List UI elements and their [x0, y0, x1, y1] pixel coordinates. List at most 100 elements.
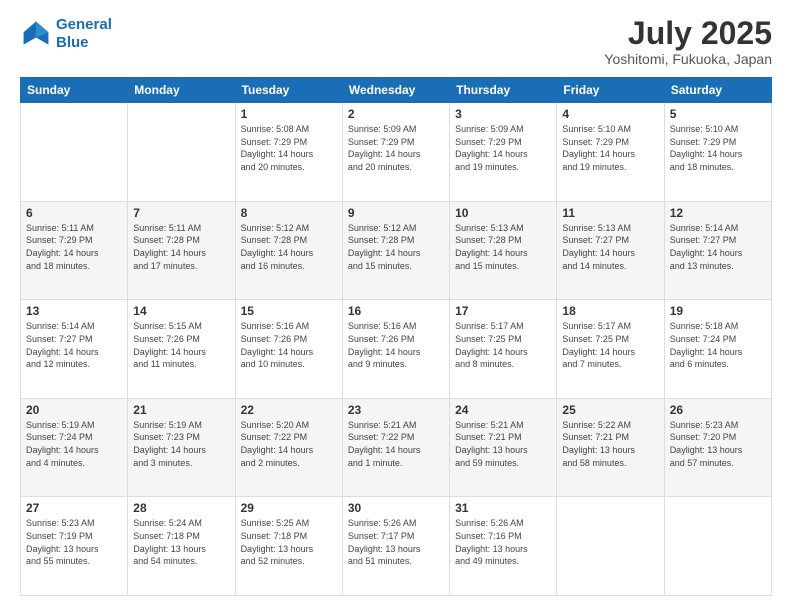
day-info: Sunrise: 5:26 AM Sunset: 7:16 PM Dayligh…	[455, 517, 551, 567]
day-number: 23	[348, 403, 444, 417]
day-info: Sunrise: 5:13 AM Sunset: 7:28 PM Dayligh…	[455, 222, 551, 272]
logo-icon	[20, 18, 52, 50]
day-number: 19	[670, 304, 766, 318]
day-number: 9	[348, 206, 444, 220]
table-row: 3Sunrise: 5:09 AM Sunset: 7:29 PM Daylig…	[450, 103, 557, 202]
table-row: 11 Sunrise: 5:13 AM Sunset: 7:27 PM Dayli…	[557, 201, 664, 300]
day-number: 10	[455, 206, 551, 220]
day-number: 24	[455, 403, 551, 417]
day-info: Sunrise: 5:11 AM Sunset: 7:29 PM Dayligh…	[26, 222, 122, 272]
day-number: 16	[348, 304, 444, 318]
logo-line2: Blue	[56, 34, 89, 51]
table-row	[557, 497, 664, 596]
table-row: 18Sunrise: 5:17 AM Sunset: 7:25 PM Dayli…	[557, 300, 664, 399]
day-info: Sunrise: 5:16 AM Sunset: 7:26 PM Dayligh…	[241, 320, 337, 370]
day-info: Sunrise: 5:09 AM Sunset: 7:29 PM Dayligh…	[348, 123, 444, 173]
day-info: Sunrise: 5:13 AM Sunset: 7:27 PM Dayligh…	[562, 222, 658, 272]
table-row: 13Sunrise: 5:14 AM Sunset: 7:27 PM Dayli…	[21, 300, 128, 399]
table-row: 22Sunrise: 5:20 AM Sunset: 7:22 PM Dayli…	[235, 398, 342, 497]
header-friday: Friday	[557, 78, 664, 103]
table-row: 17 Sunrise: 5:17 AM Sunset: 7:25 PM Dayli…	[450, 300, 557, 399]
logo-text: General Blue	[56, 16, 112, 52]
day-number: 29	[241, 501, 337, 515]
day-info: Sunrise: 5:26 AM Sunset: 7:17 PM Dayligh…	[348, 517, 444, 567]
table-row: 15 Sunrise: 5:16 AM Sunset: 7:26 PM Dayli…	[235, 300, 342, 399]
header-monday: Monday	[128, 78, 235, 103]
day-number: 17	[455, 304, 551, 318]
day-info: Sunrise: 5:10 AM Sunset: 7:29 PM Dayligh…	[562, 123, 658, 173]
table-row: 24 Sunrise: 5:21 AM Sunset: 7:21 PM Dayli…	[450, 398, 557, 497]
table-row: 20 Sunrise: 5:19 AM Sunset: 7:24 PM Dayli…	[21, 398, 128, 497]
table-row: 9Sunrise: 5:12 AM Sunset: 7:28 PM Daylig…	[342, 201, 449, 300]
day-info: Sunrise: 5:20 AM Sunset: 7:22 PM Dayligh…	[241, 419, 337, 469]
day-number: 13	[26, 304, 122, 318]
day-info: Sunrise: 5:23 AM Sunset: 7:20 PM Dayligh…	[670, 419, 766, 469]
day-info: Sunrise: 5:19 AM Sunset: 7:23 PM Dayligh…	[133, 419, 229, 469]
day-number: 25	[562, 403, 658, 417]
day-info: Sunrise: 5:16 AM Sunset: 7:26 PM Dayligh…	[348, 320, 444, 370]
day-number: 31	[455, 501, 551, 515]
table-row: 31 Sunrise: 5:26 AM Sunset: 7:16 PM Dayli…	[450, 497, 557, 596]
table-row: 21 Sunrise: 5:19 AM Sunset: 7:23 PM Dayli…	[128, 398, 235, 497]
day-info: Sunrise: 5:14 AM Sunset: 7:27 PM Dayligh…	[670, 222, 766, 272]
logo-line1: General	[56, 16, 112, 33]
calendar-week-5: 27Sunrise: 5:23 AM Sunset: 7:19 PM Dayli…	[21, 497, 772, 596]
table-row: 7Sunrise: 5:11 AM Sunset: 7:28 PM Daylig…	[128, 201, 235, 300]
day-number: 12	[670, 206, 766, 220]
table-row: 23 Sunrise: 5:21 AM Sunset: 7:22 PM Dayli…	[342, 398, 449, 497]
day-number: 15	[241, 304, 337, 318]
day-number: 4	[562, 107, 658, 121]
day-number: 2	[348, 107, 444, 121]
table-row	[21, 103, 128, 202]
table-row: 16 Sunrise: 5:16 AM Sunset: 7:26 PM Dayli…	[342, 300, 449, 399]
day-number: 30	[348, 501, 444, 515]
day-number: 6	[26, 206, 122, 220]
header-thursday: Thursday	[450, 78, 557, 103]
day-info: Sunrise: 5:21 AM Sunset: 7:21 PM Dayligh…	[455, 419, 551, 469]
day-number: 14	[133, 304, 229, 318]
calendar-week-3: 13Sunrise: 5:14 AM Sunset: 7:27 PM Dayli…	[21, 300, 772, 399]
day-info: Sunrise: 5:19 AM Sunset: 7:24 PM Dayligh…	[26, 419, 122, 469]
day-info: Sunrise: 5:22 AM Sunset: 7:21 PM Dayligh…	[562, 419, 658, 469]
day-info: Sunrise: 5:21 AM Sunset: 7:22 PM Dayligh…	[348, 419, 444, 469]
table-row: 12 Sunrise: 5:14 AM Sunset: 7:27 PM Dayli…	[664, 201, 771, 300]
day-number: 18	[562, 304, 658, 318]
day-number: 26	[670, 403, 766, 417]
header: General Blue July 2025 Yoshitomi, Fukuok…	[20, 16, 772, 67]
table-row: 4 Sunrise: 5:10 AM Sunset: 7:29 PM Daylig…	[557, 103, 664, 202]
day-info: Sunrise: 5:18 AM Sunset: 7:24 PM Dayligh…	[670, 320, 766, 370]
page: General Blue July 2025 Yoshitomi, Fukuok…	[0, 0, 792, 612]
title-block: July 2025 Yoshitomi, Fukuoka, Japan	[604, 16, 772, 67]
table-row	[128, 103, 235, 202]
table-row: 29Sunrise: 5:25 AM Sunset: 7:18 PM Dayli…	[235, 497, 342, 596]
table-row	[664, 497, 771, 596]
day-number: 11	[562, 206, 658, 220]
table-row: 14Sunrise: 5:15 AM Sunset: 7:26 PM Dayli…	[128, 300, 235, 399]
header-sunday: Sunday	[21, 78, 128, 103]
day-info: Sunrise: 5:08 AM Sunset: 7:29 PM Dayligh…	[241, 123, 337, 173]
header-tuesday: Tuesday	[235, 78, 342, 103]
table-row: 6 Sunrise: 5:11 AM Sunset: 7:29 PM Daylig…	[21, 201, 128, 300]
day-info: Sunrise: 5:23 AM Sunset: 7:19 PM Dayligh…	[26, 517, 122, 567]
day-number: 21	[133, 403, 229, 417]
table-row: 30 Sunrise: 5:26 AM Sunset: 7:17 PM Dayli…	[342, 497, 449, 596]
day-info: Sunrise: 5:24 AM Sunset: 7:18 PM Dayligh…	[133, 517, 229, 567]
day-number: 5	[670, 107, 766, 121]
calendar-header-row: Sunday Monday Tuesday Wednesday Thursday…	[21, 78, 772, 103]
day-info: Sunrise: 5:12 AM Sunset: 7:28 PM Dayligh…	[241, 222, 337, 272]
day-number: 20	[26, 403, 122, 417]
day-number: 7	[133, 206, 229, 220]
day-info: Sunrise: 5:17 AM Sunset: 7:25 PM Dayligh…	[455, 320, 551, 370]
day-number: 28	[133, 501, 229, 515]
table-row: 25 Sunrise: 5:22 AM Sunset: 7:21 PM Dayli…	[557, 398, 664, 497]
table-row: 19 Sunrise: 5:18 AM Sunset: 7:24 PM Dayli…	[664, 300, 771, 399]
day-number: 1	[241, 107, 337, 121]
day-info: Sunrise: 5:09 AM Sunset: 7:29 PM Dayligh…	[455, 123, 551, 173]
day-number: 8	[241, 206, 337, 220]
logo: General Blue	[20, 16, 112, 52]
calendar-table: Sunday Monday Tuesday Wednesday Thursday…	[20, 77, 772, 596]
table-row: 8 Sunrise: 5:12 AM Sunset: 7:28 PM Daylig…	[235, 201, 342, 300]
table-row: 5 Sunrise: 5:10 AM Sunset: 7:29 PM Daylig…	[664, 103, 771, 202]
day-info: Sunrise: 5:10 AM Sunset: 7:29 PM Dayligh…	[670, 123, 766, 173]
calendar-week-4: 20 Sunrise: 5:19 AM Sunset: 7:24 PM Dayli…	[21, 398, 772, 497]
